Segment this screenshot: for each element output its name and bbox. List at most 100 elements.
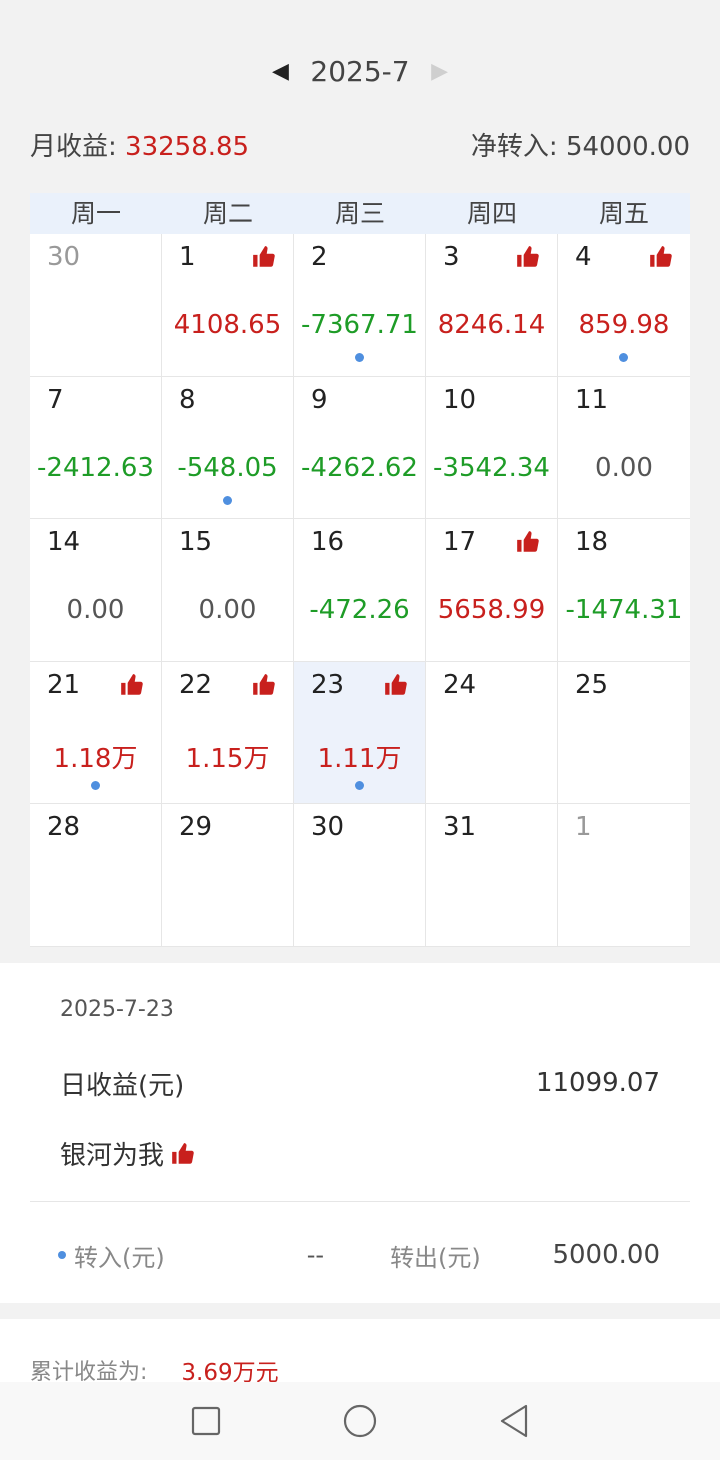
day-number: 24: [443, 669, 477, 700]
calendar-day-cell[interactable]: 22 1.15万: [162, 661, 294, 805]
thumbs-up-icon: [383, 672, 409, 698]
calendar-day-cell[interactable]: 1: [558, 804, 690, 947]
transfer-dot: [619, 353, 628, 362]
back-button[interactable]: [437, 1403, 591, 1439]
day-number: 1: [179, 242, 196, 272]
net-transfer: 净转入: 54000.00: [471, 126, 690, 163]
day-number: 9: [311, 384, 328, 415]
day-number: 29: [179, 812, 213, 843]
divider: [30, 1201, 690, 1202]
weekday-wed: 周三: [334, 199, 385, 228]
calendar-day-cell[interactable]: 10 -3542.34: [426, 376, 558, 520]
calendar-day-cell[interactable]: 3 8246.14: [426, 234, 558, 377]
calendar-day-cell[interactable]: 9 -4262.62: [294, 376, 426, 520]
calendar-day-cell[interactable]: 30: [30, 234, 162, 377]
day-number: 30: [47, 242, 81, 272]
day-number: 23: [311, 669, 345, 700]
day-number: 10: [443, 384, 477, 415]
day-income: 0.00: [595, 452, 653, 483]
weekday-header: 周一 周二 周三 周四 周五: [30, 193, 690, 234]
weekday-thu: 周四: [466, 199, 517, 228]
calendar-section: ◀ 2025-7 ▶ 月收益: 33258.85 净转入: 54000.00 周…: [0, 0, 720, 963]
calendar-day-cell[interactable]: 2 -7367.71: [294, 234, 426, 377]
day-income: -4262.62: [301, 452, 418, 483]
calendar-day-cell[interactable]: 1 4108.65: [162, 234, 294, 377]
transfer-dot: [223, 495, 232, 505]
month-income: 月收益: 33258.85: [30, 126, 249, 163]
recents-button[interactable]: [129, 1405, 283, 1437]
net-transfer-label: 净转入:: [470, 131, 558, 162]
day-number: 7: [47, 384, 64, 415]
thumbs-up-icon: [172, 1142, 194, 1164]
triangle-back-icon: [500, 1404, 528, 1438]
day-income: 0.00: [66, 595, 125, 626]
calendar-day-cell[interactable]: 4 859.98: [558, 234, 690, 377]
thumbs-up-icon: [515, 529, 541, 555]
daily-income-label: 日收益(元): [60, 1070, 185, 1101]
day-number: 2: [311, 242, 328, 272]
calendar-day-cell[interactable]: 14 0.00: [30, 519, 162, 662]
next-month-button[interactable]: ▶: [420, 50, 460, 94]
transfer-out-label: 转出(元): [390, 1243, 481, 1272]
day-income: -7367.71: [301, 310, 418, 340]
calendar-day-cell[interactable]: 7 -2412.63: [30, 376, 162, 520]
detail-title-text: 银河为我: [60, 1141, 165, 1171]
calendar-day-cell[interactable]: 28: [30, 804, 162, 947]
day-number: 4: [575, 242, 592, 272]
day-number: 15: [179, 527, 213, 558]
calendar-day-cell[interactable]: 18 -1474.31: [558, 519, 690, 662]
day-number: 1: [575, 812, 592, 843]
day-income: -548.05: [177, 452, 278, 483]
calendar-day-cell[interactable]: 24: [426, 661, 558, 805]
calendar-day-cell[interactable]: 21 1.18万: [30, 661, 162, 805]
transfer-dot: [91, 780, 100, 790]
month-navigator: ◀ 2025-7 ▶: [0, 50, 720, 94]
calendar-day-cell[interactable]: 25: [558, 661, 690, 805]
day-number: 14: [47, 527, 81, 558]
day-income: 0.00: [198, 595, 257, 626]
thumbs-up-icon: [119, 672, 145, 698]
calendar-day-cell[interactable]: 23 1.11万: [294, 661, 426, 805]
day-number: 11: [575, 384, 609, 415]
day-income: 8246.14: [437, 310, 546, 340]
weekday-tue: 周二: [202, 199, 253, 228]
day-number: 25: [575, 669, 609, 700]
calendar-day-cell[interactable]: 30: [294, 804, 426, 947]
calendar-day-cell[interactable]: 11 0.00: [558, 376, 690, 520]
day-number: 8: [179, 384, 196, 415]
thumbs-up-icon: [251, 672, 277, 698]
calendar-day-cell[interactable]: 16 -472.26: [294, 519, 426, 662]
daily-income-row: 日收益(元) 11099.07: [60, 1063, 660, 1103]
day-number: 30: [311, 812, 345, 843]
day-number: 16: [311, 527, 345, 558]
day-income: 5658.99: [437, 595, 546, 626]
day-income: -1474.31: [565, 595, 683, 626]
day-number: 22: [179, 669, 213, 700]
transfer-row: 转入(元) -- 转出(元) 5000.00: [58, 1235, 660, 1275]
day-number: 21: [47, 669, 81, 700]
calendar-day-cell[interactable]: 31: [426, 804, 558, 947]
transfer-out-value: 5000.00: [552, 1240, 660, 1270]
thumbs-up-icon: [648, 244, 674, 270]
home-button[interactable]: [283, 1403, 437, 1439]
calendar-day-cell[interactable]: 17 5658.99: [426, 519, 558, 662]
day-number: 17: [443, 527, 477, 558]
prev-month-button[interactable]: ◀: [260, 50, 300, 94]
weekday-mon: 周一: [70, 199, 121, 228]
day-income: -3542.34: [433, 452, 550, 483]
month-income-value: 33258.85: [125, 131, 250, 162]
calendar-day-cell[interactable]: 15 0.00: [162, 519, 294, 662]
transfer-dot: [355, 780, 364, 790]
net-transfer-value: 54000.00: [565, 131, 690, 162]
month-income-label: 月收益:: [30, 131, 117, 162]
calendar-days: 30 1 4108.65 2 -7367.71 3 8246.14 4 859.98 7 -2412…: [30, 234, 690, 947]
calendar-day-cell[interactable]: 8 -548.05: [162, 376, 294, 520]
day-income: 1.11万: [317, 743, 402, 774]
day-income: -472.26: [309, 595, 410, 626]
day-income: -2412.63: [37, 452, 154, 483]
day-number: 3: [443, 242, 460, 272]
detail-title: 银河为我: [60, 1135, 196, 1172]
day-income: 4108.65: [173, 310, 282, 340]
day-income: 1.18万: [53, 743, 138, 774]
calendar-day-cell[interactable]: 29: [162, 804, 294, 947]
